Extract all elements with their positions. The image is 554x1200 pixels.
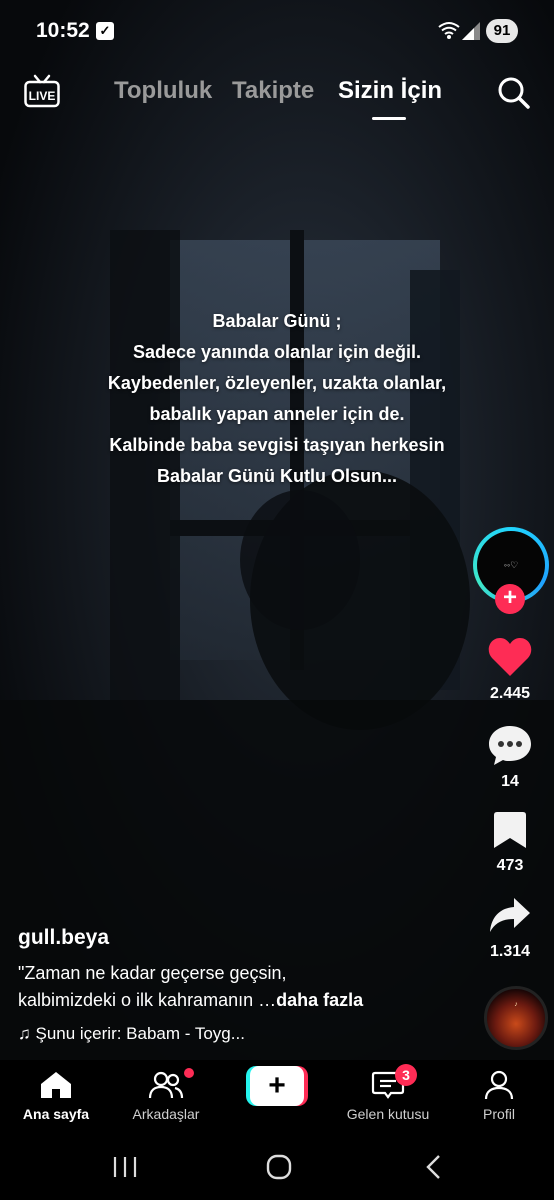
svg-text:LIVE: LIVE xyxy=(29,89,56,103)
wifi-icon xyxy=(438,22,460,39)
share-count: 1.314 xyxy=(489,943,531,960)
live-icon[interactable]: LIVE xyxy=(24,74,60,108)
status-time: 10:52 xyxy=(36,19,90,42)
music-note-icon: ♫ xyxy=(18,1024,36,1043)
caption-line: Babalar Günü ; xyxy=(212,311,342,331)
author-username[interactable]: gull.beya xyxy=(18,926,109,950)
heart-icon xyxy=(488,638,532,676)
more-link[interactable]: daha fazla xyxy=(276,990,363,1010)
home-system-icon[interactable] xyxy=(266,1154,292,1180)
friends-icon xyxy=(148,1071,184,1099)
caption-line: Sadece yanında olanlar için değil. xyxy=(132,342,422,362)
like-count: 2.445 xyxy=(489,685,531,702)
nav-inbox[interactable]: 3 Gelen kutusu xyxy=(336,1060,440,1132)
top-navigation: LIVE Topluluk Takipte Sizin İçin xyxy=(0,60,554,130)
music-text: Şunu içerir: Babam - Toyg... xyxy=(35,1024,245,1043)
nav-profile[interactable]: Profil xyxy=(460,1060,538,1132)
save-count: 473 xyxy=(496,857,524,874)
comment-button[interactable]: 14 xyxy=(466,724,554,791)
nav-friends-label: Arkadaşlar xyxy=(132,1106,200,1122)
checkbox-notification-icon: ✓ xyxy=(96,22,114,40)
post-description[interactable]: "Zaman ne kadar geçerse geçsin, kalbimiz… xyxy=(18,960,448,1014)
friends-notification-dot xyxy=(184,1068,194,1078)
nav-home-label: Ana sayfa xyxy=(22,1106,90,1122)
comment-count: 14 xyxy=(501,773,519,790)
tab-takipte[interactable]: Takipte xyxy=(232,77,314,105)
nav-home[interactable]: Ana sayfa xyxy=(10,1060,102,1132)
share-icon xyxy=(490,898,530,932)
bookmark-icon xyxy=(494,812,526,848)
create-button[interactable]: + xyxy=(246,1066,308,1106)
save-button[interactable]: 473 xyxy=(466,810,554,875)
inbox-badge: 3 xyxy=(395,1064,417,1086)
signal-icon xyxy=(462,22,480,40)
description-line: kalbimizdeki o ilk kahramanın … xyxy=(18,990,277,1010)
search-icon[interactable] xyxy=(497,76,531,110)
description-line: "Zaman ne kadar geçerse geçsin, xyxy=(18,963,287,983)
music-disc[interactable]: ♪ xyxy=(484,986,548,1050)
caption-line: Kaybedenler, özleyenler, uzakta olanlar, xyxy=(107,373,447,393)
nav-inbox-label: Gelen kutusu xyxy=(346,1106,430,1122)
tab-sizin-icin[interactable]: Sizin İçin xyxy=(338,77,442,105)
video-caption: Babalar Günü ; Sadece yanında olanlar iç… xyxy=(60,306,494,492)
plus-icon: + xyxy=(250,1066,304,1106)
music-info[interactable]: ♫ Şunu içerir: Babam - Toyg... xyxy=(18,1024,245,1044)
music-disc-artwork-icon: ♪ xyxy=(514,1001,518,1008)
caption-line: babalık yapan anneler için de. xyxy=(149,404,405,424)
follow-button[interactable]: + xyxy=(495,584,525,614)
nav-profile-label: Profil xyxy=(483,1106,515,1122)
profile-icon xyxy=(484,1070,514,1100)
nav-friends[interactable]: Arkadaşlar xyxy=(118,1060,214,1132)
back-icon[interactable] xyxy=(424,1154,442,1180)
tab-topluluk[interactable]: Topluluk xyxy=(114,77,212,105)
home-icon xyxy=(41,1072,71,1098)
system-navigation-bar xyxy=(0,1132,554,1200)
status-bar: 10:52 ✓ 91 xyxy=(0,0,554,60)
share-button[interactable]: 1.314 xyxy=(466,896,554,961)
caption-line: Kalbinde baba sevgisi taşıyan herkesin xyxy=(109,435,445,455)
recent-apps-icon[interactable] xyxy=(112,1156,138,1178)
comment-icon xyxy=(489,726,531,765)
caption-line: Babalar Günü Kutlu Olsun... xyxy=(156,466,397,486)
active-tab-indicator xyxy=(372,117,406,120)
battery-level: 91 xyxy=(486,19,518,43)
like-button[interactable]: 2.445 xyxy=(466,636,554,703)
